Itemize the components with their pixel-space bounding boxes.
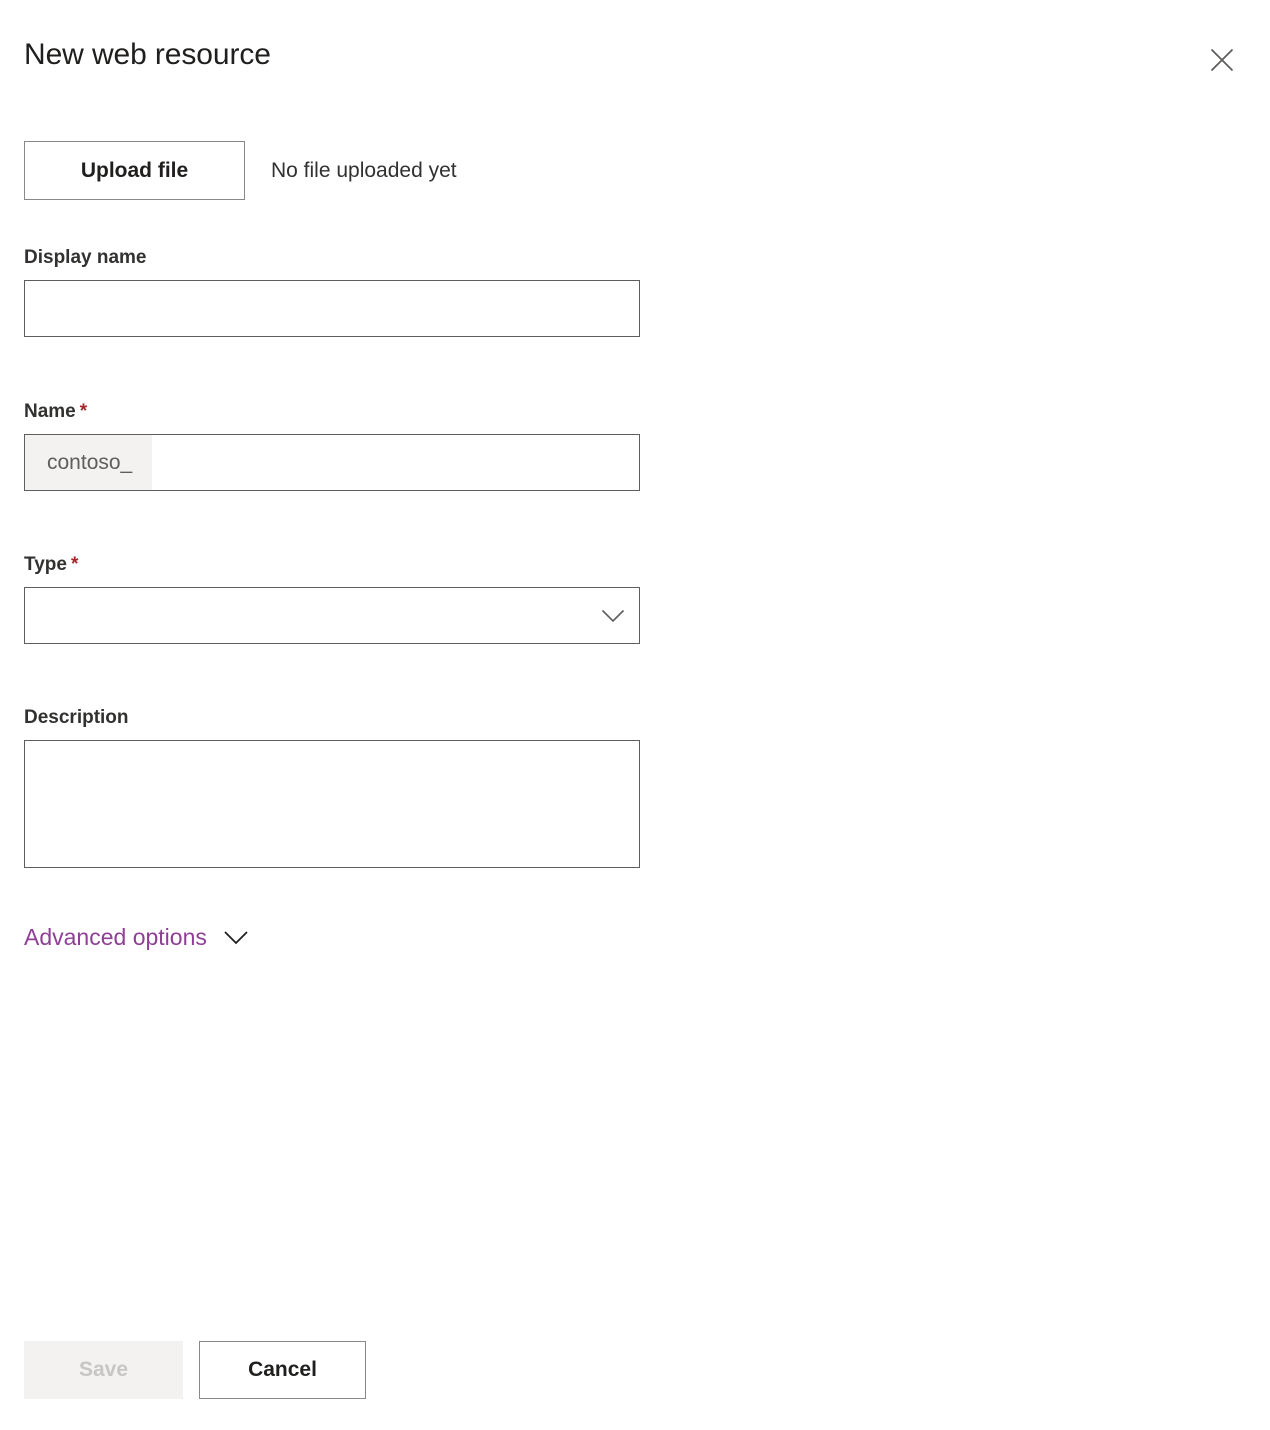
- name-label-text: Name: [24, 401, 76, 422]
- type-dropdown[interactable]: [24, 587, 640, 644]
- upload-row: Upload file No file uploaded yet: [24, 141, 457, 200]
- advanced-options-label: Advanced options: [24, 924, 207, 950]
- close-button[interactable]: [1198, 36, 1246, 84]
- name-prefix-text: contoso_: [25, 435, 153, 490]
- page-title: New web resource: [24, 38, 271, 71]
- upload-status-text: No file uploaded yet: [271, 158, 457, 182]
- display-name-label: Display name: [24, 247, 147, 268]
- save-button[interactable]: Save: [24, 1341, 183, 1399]
- description-label: Description: [24, 707, 129, 728]
- cancel-button[interactable]: Cancel: [199, 1341, 366, 1399]
- upload-file-button[interactable]: Upload file: [24, 141, 245, 200]
- description-textarea[interactable]: [24, 740, 640, 868]
- name-label: Name *: [24, 400, 640, 424]
- field-type: Type *: [24, 553, 640, 644]
- display-name-input[interactable]: [24, 280, 640, 337]
- type-required-asterisk: *: [70, 554, 79, 575]
- chevron-down-icon: [601, 604, 625, 628]
- type-label-text: Type: [24, 554, 67, 575]
- panel-footer: Save Cancel: [0, 1341, 1270, 1401]
- field-display-name: Display name: [24, 246, 640, 337]
- name-required-asterisk: *: [79, 401, 88, 422]
- type-label: Type *: [24, 553, 640, 577]
- close-icon: [1209, 47, 1235, 73]
- advanced-options-toggle[interactable]: Advanced options: [24, 924, 249, 951]
- panel-header: New web resource: [0, 0, 1270, 118]
- field-name: Name * contoso_: [24, 400, 640, 491]
- name-input-group: contoso_: [24, 434, 640, 491]
- field-description: Description: [24, 706, 640, 868]
- chevron-down-icon: [223, 930, 249, 945]
- name-input[interactable]: [152, 435, 639, 490]
